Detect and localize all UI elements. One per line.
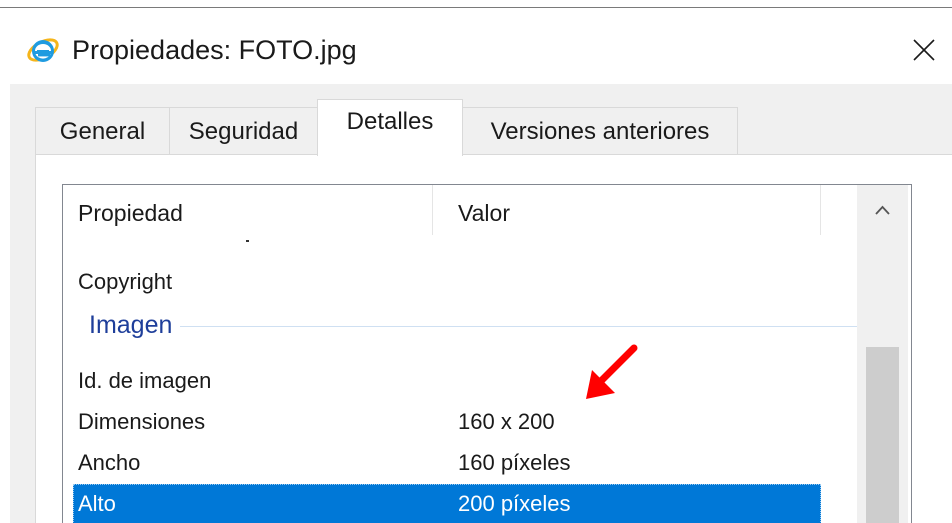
tab-seguridad[interactable]: Seguridad <box>169 107 318 154</box>
red-arrow-icon <box>586 344 638 399</box>
dialog-body: General Seguridad Detalles Versiones ant… <box>10 84 952 523</box>
list-item[interactable]: Copyright <box>73 262 821 302</box>
partial-row-remnant <box>246 240 249 242</box>
column-separator[interactable] <box>432 185 433 235</box>
property-cell: Copyright <box>78 269 173 294</box>
value-cell: 160 píxeles <box>458 450 571 475</box>
tab-general[interactable]: General <box>35 107 170 154</box>
list-item[interactable]: Ancho 160 píxeles <box>73 443 821 483</box>
window-title: Propiedades: FOTO.jpg <box>72 35 357 65</box>
tab-divider <box>35 154 952 155</box>
tab-versiones-anteriores[interactable]: Versiones anteriores <box>462 107 738 154</box>
group-divider <box>89 326 873 327</box>
list-item-selected[interactable]: Alto 200 píxeles <box>73 484 821 523</box>
property-cell: Id. de imagen <box>78 368 212 393</box>
chevron-up-icon <box>875 205 890 215</box>
list-header: Propiedad Valor <box>63 185 851 240</box>
vertical-scrollbar[interactable] <box>857 185 908 523</box>
property-cell: Ancho <box>78 450 141 475</box>
title-bar[interactable]: Propiedades: FOTO.jpg <box>0 8 952 84</box>
details-list[interactable]: Propiedad Valor Copyright Imagen Id. de … <box>62 184 912 523</box>
internet-explorer-icon <box>27 38 59 62</box>
group-label: Imagen <box>89 305 181 345</box>
column-separator[interactable] <box>820 185 821 235</box>
list-item[interactable]: Id. de imagen <box>73 361 821 401</box>
properties-window: Propiedades: FOTO.jpg General Seguridad … <box>0 0 952 523</box>
value-cell: 160 x 200 <box>458 409 555 434</box>
details-page: Propiedad Valor Copyright Imagen Id. de … <box>35 154 952 523</box>
scroll-up-button[interactable] <box>857 185 908 236</box>
property-cell: Dimensiones <box>78 409 206 434</box>
list-item[interactable]: Dimensiones 160 x 200 <box>73 402 821 442</box>
close-icon[interactable] <box>906 32 942 68</box>
scroll-thumb[interactable] <box>866 347 899 523</box>
value-cell: 200 píxeles <box>458 491 571 516</box>
tab-detalles[interactable]: Detalles <box>317 99 463 156</box>
column-header-property[interactable]: Propiedad <box>78 185 183 240</box>
column-header-value[interactable]: Valor <box>458 185 510 240</box>
property-cell: Alto <box>78 491 116 516</box>
tab-strip: General Seguridad Detalles Versiones ant… <box>10 84 952 164</box>
group-header-imagen[interactable]: Imagen <box>89 305 873 345</box>
